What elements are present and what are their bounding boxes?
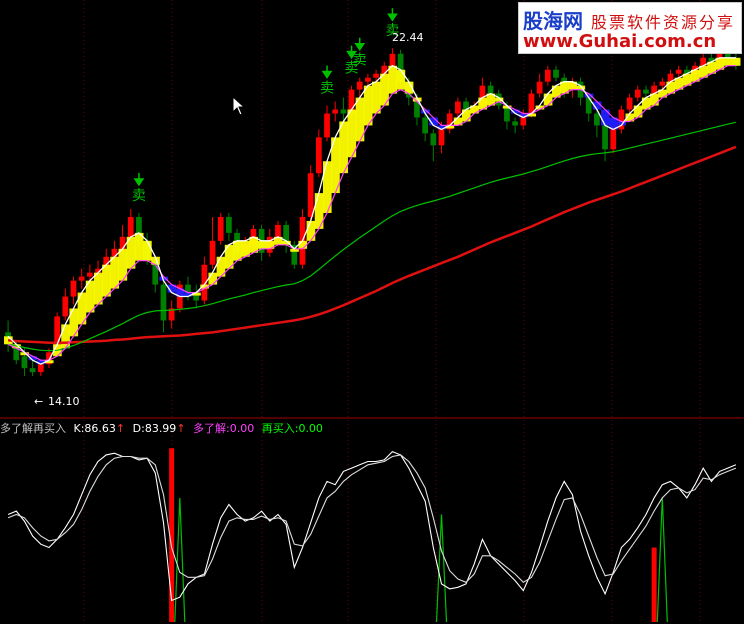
candle-body (389, 53, 396, 66)
candle-body (78, 276, 85, 281)
candle-body (487, 85, 494, 94)
candle-body (610, 129, 617, 150)
candle-body (324, 113, 330, 138)
candle-body (315, 137, 322, 174)
candle-body (37, 364, 44, 373)
band-cell-yellow (232, 240, 242, 261)
k-value: K:86.63 (73, 422, 116, 435)
k-up-arrow: ↑ (115, 422, 126, 435)
candle-body (634, 89, 641, 98)
duolejie-value: 多了解:0.00 (193, 422, 255, 435)
d-up-arrow: ↑ (176, 422, 186, 435)
candle-body (373, 73, 379, 78)
sell-arrow-icon (321, 65, 333, 79)
sell-marker-label: 卖 (132, 188, 146, 204)
zaimairu-value: 再买入:0.00 (261, 422, 323, 435)
watermark-brand: 股海网 (523, 9, 583, 33)
ma-green-line (7, 121, 737, 352)
watermark-url: www.Guhai.com.cn (523, 31, 717, 52)
signal-bar-red (651, 547, 657, 622)
candle-body (536, 81, 543, 94)
band-cell-yellow (731, 57, 741, 66)
candle-body (455, 101, 461, 114)
band-cell-yellow (241, 240, 250, 257)
candle-body (544, 69, 551, 82)
mouse-cursor-icon (232, 96, 246, 116)
candle-body (675, 69, 682, 74)
candle-body (430, 133, 437, 146)
candle-body (602, 125, 608, 150)
band-cell-yellow (208, 272, 218, 285)
watermark-top: 股海网 股票软件资源分享 (523, 5, 735, 34)
candle-body (553, 69, 559, 78)
kd-line-k (7, 450, 737, 602)
candle-body (70, 280, 77, 297)
sell-marker-label: 卖 (353, 53, 367, 69)
band-cell-yellow (143, 240, 152, 261)
candle-body (340, 109, 347, 114)
candle-body (62, 296, 69, 317)
band-cell-yellow (93, 272, 103, 305)
candle-body (438, 129, 445, 146)
kd-line-d (7, 454, 737, 583)
candle-body (307, 173, 314, 217)
band-cell-yellow (102, 264, 111, 297)
d-value: D:83.99 (132, 422, 177, 435)
candle-body (209, 240, 216, 265)
candle-body (422, 117, 429, 134)
candle-body (626, 97, 633, 110)
candle-body (643, 89, 649, 94)
ma-red-line (7, 145, 737, 344)
band-cell-yellow (110, 256, 119, 289)
band-cell-yellow (306, 220, 316, 241)
band-cell-yellow (633, 105, 643, 118)
candle-body (160, 284, 167, 321)
kd-lines (7, 450, 737, 602)
candle-body (226, 216, 232, 233)
band-cell-yellow (61, 324, 70, 349)
candle-body (528, 93, 535, 114)
watermark-slogan: 股票软件资源分享 (591, 13, 736, 32)
sell-arrow-icon (133, 172, 145, 187)
band-cell-yellow (339, 121, 348, 174)
candle-body (87, 272, 93, 277)
candle-body (127, 216, 134, 237)
band-cell-yellow (372, 81, 381, 114)
signal-spike-green (174, 497, 186, 623)
candle-body (594, 113, 600, 126)
candle-body (21, 356, 28, 369)
low-arrow: ← (34, 395, 43, 408)
band-cell-yellow (257, 240, 267, 249)
sell-marker-label: 卖 (320, 81, 334, 97)
band-cell-yellow (363, 85, 373, 126)
chart-stage: 卖卖卖卖卖 22.44 ← 14.10 多了解再买入 K:86.63↑ D:83… (0, 0, 744, 624)
watermark-logo: 股海网 股票软件资源分享 www.Guhai.com.cn (518, 2, 742, 54)
high-price-label: 22.44 (392, 31, 424, 44)
candle-body (275, 224, 281, 237)
indicator-header: 多了解再买入 K:86.63↑ D:83.99↑ 多了解:0.00 再买入:0.… (0, 420, 327, 435)
low-price-label-group: ← 14.10 (34, 395, 80, 408)
band-cell-yellow (723, 57, 733, 66)
band-cell-yellow (249, 236, 259, 253)
low-price-label: 14.10 (48, 395, 80, 408)
candle-body (512, 121, 518, 126)
band-cell-yellow (134, 232, 144, 261)
candle-body (29, 368, 36, 373)
candle-body (332, 109, 339, 114)
stock-chart-canvas: 卖卖卖卖卖 22.44 ← 14.10 (0, 0, 744, 624)
sell-arrow-icon (354, 37, 366, 52)
candle-body (659, 81, 666, 86)
candle-body (365, 77, 371, 82)
band-cell-yellow (543, 93, 553, 106)
indicator-name: 多了解再买入 (0, 422, 66, 435)
band-cell-yellow (396, 69, 406, 90)
band-cell-yellow (388, 65, 398, 94)
candle-body (356, 81, 363, 90)
signal-spike-green (656, 497, 668, 623)
candle-body (217, 216, 224, 241)
sell-arrow-icon (387, 8, 398, 22)
